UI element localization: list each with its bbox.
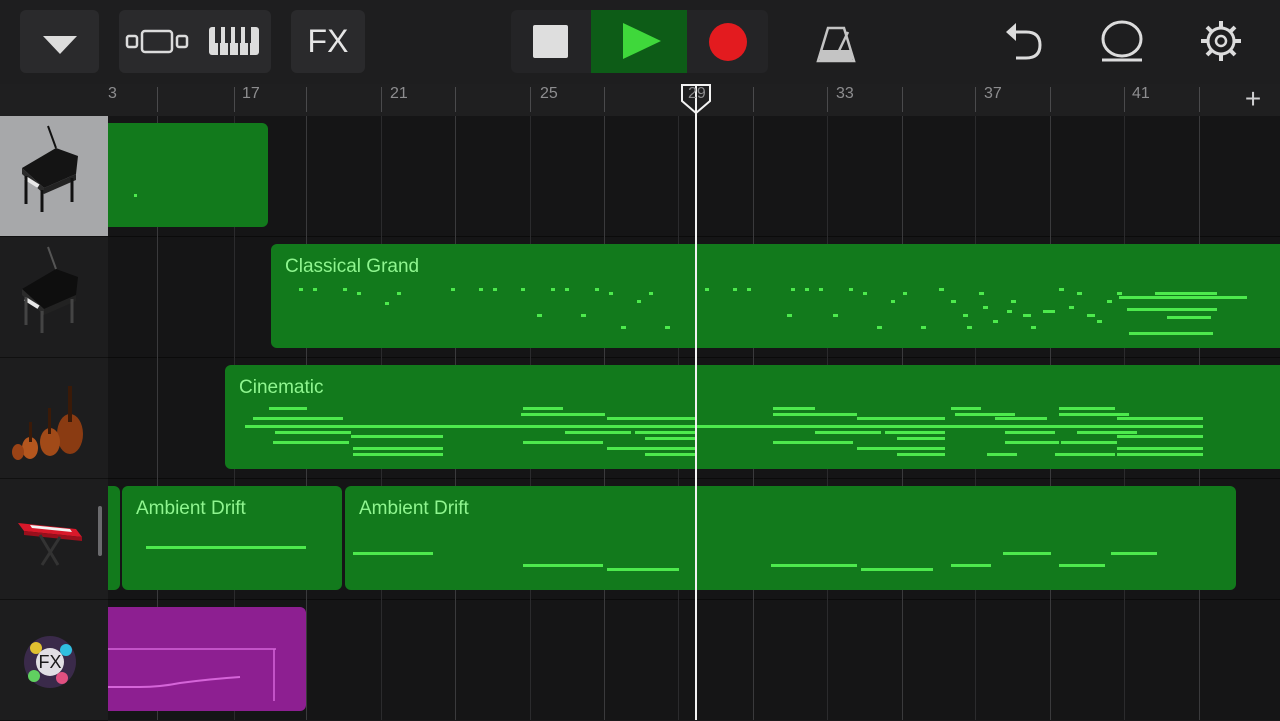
ruler-tick <box>1050 87 1051 112</box>
ruler-label: 25 <box>540 85 558 102</box>
ruler-tick <box>530 87 531 112</box>
grand-piano-icon <box>22 125 78 212</box>
ruler-tick <box>157 87 158 112</box>
view-toggle-icon[interactable] <box>119 10 195 73</box>
stop-icon[interactable] <box>511 10 591 73</box>
ruler-tick <box>753 87 754 112</box>
view-switch-group <box>119 10 271 73</box>
transport-group <box>511 10 768 73</box>
ruler-tick <box>1199 87 1200 112</box>
region-classical-grand[interactable]: Classical Grand <box>271 244 1280 348</box>
ruler-tick <box>975 87 976 112</box>
ruler-tick <box>455 87 456 112</box>
ruler-label: 3 <box>108 85 117 102</box>
fx-sparkle-label: FX <box>38 652 61 672</box>
region-notes <box>146 546 306 549</box>
ruler-label: 33 <box>836 85 854 102</box>
ruler-tick <box>902 87 903 112</box>
ruler-tick <box>827 87 828 112</box>
track-header-column: FX <box>0 116 108 721</box>
track-lane-1 <box>108 116 1280 237</box>
keyboard-icon[interactable] <box>195 10 271 73</box>
keyboard-synth-icon <box>18 523 82 566</box>
track-header-synth[interactable] <box>0 479 108 600</box>
metronome-icon[interactable] <box>808 10 864 73</box>
ruler-tick <box>1124 87 1125 112</box>
undo-icon[interactable] <box>996 10 1052 73</box>
region-fx-automation[interactable] <box>108 607 306 711</box>
ruler-label: 37 <box>984 85 1002 102</box>
region-piano-1[interactable] <box>108 123 268 227</box>
playhead-handle[interactable] <box>681 84 711 114</box>
record-icon[interactable] <box>687 10 768 73</box>
region-automation-curve <box>108 648 276 701</box>
header-scrollbar[interactable] <box>98 506 102 556</box>
track-header-strings[interactable] <box>0 358 108 479</box>
ruler-tick <box>306 87 307 112</box>
chevron-down-icon <box>43 36 77 54</box>
loop-icon[interactable] <box>1094 10 1150 73</box>
region-notes <box>245 407 1203 456</box>
track-header-piano-1[interactable] <box>0 116 108 237</box>
control-bar: FX <box>0 0 1280 84</box>
ruler-tick <box>604 87 605 112</box>
tracks-menu-button[interactable] <box>20 10 99 73</box>
track-header-piano-2[interactable] <box>0 237 108 358</box>
region-cinematic[interactable]: Cinematic <box>225 365 1280 469</box>
ruler-label: 41 <box>1132 85 1150 102</box>
region-ambient-drift-1[interactable]: Ambient Drift <box>122 486 342 590</box>
region-ambient-drift-2[interactable]: Ambient Drift <box>345 486 1236 590</box>
fx-icon: FX <box>307 23 349 59</box>
region-ambient-partial[interactable] <box>108 486 120 590</box>
region-notes <box>299 288 1247 335</box>
tracks-area[interactable]: Classical Grand Cinematic Ambient Drift … <box>108 116 1280 720</box>
string-section-icon <box>12 386 83 460</box>
ruler-tick <box>234 87 235 112</box>
add-section-button[interactable]: + <box>1226 84 1280 116</box>
ruler-label: 17 <box>242 85 260 102</box>
settings-icon[interactable] <box>1193 10 1249 73</box>
fx-button[interactable]: FX <box>291 10 365 73</box>
track-header-fx[interactable]: FX <box>0 600 108 721</box>
ruler-tick <box>381 87 382 112</box>
grand-piano-icon <box>22 246 78 333</box>
fx-sparkle-icon: FX <box>24 636 76 688</box>
region-notes <box>134 194 137 197</box>
ruler-corner <box>0 84 108 116</box>
playhead-line[interactable] <box>695 84 697 720</box>
ruler-label: 21 <box>390 85 408 102</box>
region-notes <box>353 552 1157 571</box>
play-icon[interactable] <box>591 10 687 73</box>
